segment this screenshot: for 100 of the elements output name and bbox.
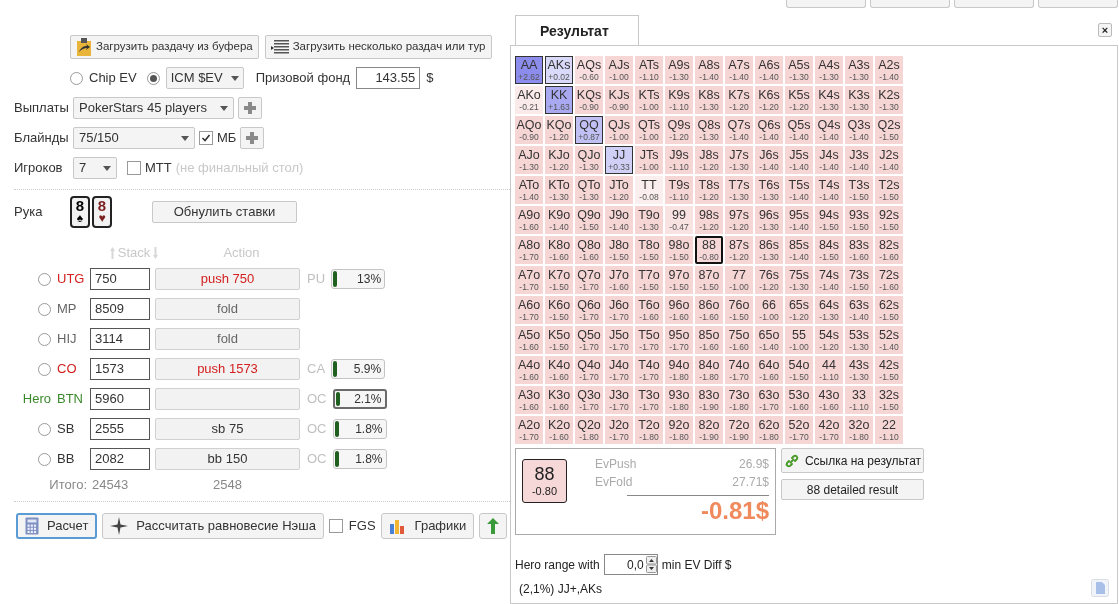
result-link-button[interactable]: Ссылка на результат [781, 448, 924, 473]
hand-cell[interactable]: T4o -1.70 [635, 356, 663, 384]
hand-cell[interactable]: K8o -1.60 [545, 236, 573, 264]
hand-cell[interactable]: K2o -1.60 [545, 416, 573, 444]
hand-cell[interactable]: KTs -1.00 [635, 86, 663, 114]
hand-cell[interactable]: A4o -1.60 [515, 356, 543, 384]
hand-cell[interactable]: T3o -1.70 [635, 386, 663, 414]
hand-cell[interactable]: 72o -1.90 [725, 416, 753, 444]
hand-cell[interactable]: J8s -1.20 [695, 146, 723, 174]
hand-cell[interactable]: Q4o -1.70 [575, 356, 603, 384]
charts-button[interactable]: Графики [380, 513, 475, 539]
hand-cell[interactable]: KTo -1.30 [545, 176, 573, 204]
action-field[interactable]: fold [155, 328, 300, 350]
hand-cell[interactable]: Q9s -1.20 [665, 116, 693, 144]
hand-cell[interactable]: 85o -1.60 [695, 326, 723, 354]
hand-cell[interactable]: Q2s -1.50 [875, 116, 903, 144]
hand-cell[interactable]: A2s -1.40 [875, 56, 903, 84]
stack-field[interactable]: 750 [90, 268, 150, 290]
hand-cell[interactable]: QJo -1.30 [575, 146, 603, 174]
hand-cell[interactable]: K8s -1.30 [695, 86, 723, 114]
hand-cell[interactable]: A4s -1.30 [815, 56, 843, 84]
hand-cell[interactable]: T2o -1.80 [635, 416, 663, 444]
prize-pool-field[interactable]: 143.55 [356, 67, 421, 89]
hand-cell[interactable]: A9s -1.30 [665, 56, 693, 84]
hand-cell[interactable]: 62o -1.80 [755, 416, 783, 444]
hand-cell[interactable]: 73s -1.50 [845, 266, 873, 294]
hand-cell[interactable]: K9s -1.10 [665, 86, 693, 114]
hand-cell[interactable]: Q4s -1.40 [815, 116, 843, 144]
hand-cell[interactable]: A2o -1.70 [515, 416, 543, 444]
hand-cell[interactable]: 93s -1.50 [845, 206, 873, 234]
hand-cell[interactable]: K7s -1.20 [725, 86, 753, 114]
hand-cell[interactable]: K3o -1.60 [545, 386, 573, 414]
hand-cell[interactable]: J4s -1.40 [815, 146, 843, 174]
action-field[interactable]: fold [155, 298, 300, 320]
hand-cell[interactable]: ATo -1.40 [515, 176, 543, 204]
hand-cell[interactable]: K3s -1.30 [845, 86, 873, 114]
hand-cell[interactable]: 82o -1.90 [695, 416, 723, 444]
hand-cell[interactable]: TT -0.08 [635, 176, 663, 204]
hand-cell[interactable]: QQ +0.87 [575, 116, 603, 144]
payouts-dropdown[interactable]: PokerStars 45 players [73, 97, 234, 119]
hand-cell[interactable]: J7s -1.30 [725, 146, 753, 174]
hand-cell[interactable]: 87o -1.50 [695, 266, 723, 294]
hand-cell[interactable]: Q7o -1.70 [575, 266, 603, 294]
hand-cell[interactable]: J7o -1.60 [605, 266, 633, 294]
hand-cell[interactable]: JTo -1.20 [605, 176, 633, 204]
blinds-dropdown[interactable]: 75/150 [73, 127, 195, 149]
hand-cell[interactable]: 43o -1.60 [815, 386, 843, 414]
hand-cell[interactable]: 83o -1.90 [695, 386, 723, 414]
hand-cell[interactable]: 99 -0.47 [665, 206, 693, 234]
hand-cell[interactable]: 64s -1.30 [815, 296, 843, 324]
hand-cell[interactable]: KJo -1.20 [545, 146, 573, 174]
hand-cell[interactable]: 66 -1.00 [755, 296, 783, 324]
hand-cell[interactable]: 84s -1.50 [815, 236, 843, 264]
hand-cell[interactable]: 94o -1.80 [665, 356, 693, 384]
hand-cell[interactable]: QTo -1.30 [575, 176, 603, 204]
hand-cell[interactable]: A5o -1.60 [515, 326, 543, 354]
hand-cell[interactable]: Q5s -1.40 [785, 116, 813, 144]
hand-cell[interactable]: J4o -1.70 [605, 356, 633, 384]
hand-cell[interactable]: J9o -1.40 [605, 206, 633, 234]
hand-cell[interactable]: J2s -1.40 [875, 146, 903, 174]
hand-cell[interactable]: T9s -1.10 [665, 176, 693, 204]
hand-cell[interactable]: 75o -1.60 [725, 326, 753, 354]
hand-cell[interactable]: 53s -1.30 [845, 326, 873, 354]
hand-cell[interactable]: QJs -1.00 [605, 116, 633, 144]
hand-cell[interactable]: A6o -1.70 [515, 296, 543, 324]
min-ev-diff-field[interactable]: 0,0 [603, 554, 658, 575]
hand-cell[interactable]: J5o -1.70 [605, 326, 633, 354]
players-dropdown[interactable]: 7 [73, 157, 117, 179]
reset-bets-button[interactable]: Обнулить ставки [152, 201, 297, 223]
hand-cell[interactable]: AJs -1.00 [605, 56, 633, 84]
hand-cell[interactable]: T6o -1.60 [635, 296, 663, 324]
hand-cell[interactable]: 75s -1.30 [785, 266, 813, 294]
hand-cell[interactable]: KQs -0.90 [575, 86, 603, 114]
hand-cell[interactable]: K5s -1.20 [785, 86, 813, 114]
nash-button[interactable]: Рассчитать равновесие Нэша [102, 513, 324, 539]
hand-cell[interactable]: 44 -1.10 [815, 356, 843, 384]
hand-cell[interactable]: J5s -1.40 [785, 146, 813, 174]
hand-cell[interactable]: ATs -1.10 [635, 56, 663, 84]
stack-field[interactable]: 5960 [90, 388, 150, 410]
hand-cell[interactable]: 55 -1.00 [785, 326, 813, 354]
hand-cell[interactable]: 95s -1.40 [785, 206, 813, 234]
hand-cell[interactable]: T5o -1.70 [635, 326, 663, 354]
hand-cell[interactable]: 72s -1.60 [875, 266, 903, 294]
hand-cell[interactable]: 86s -1.30 [755, 236, 783, 264]
stack-field[interactable]: 8509 [90, 298, 150, 320]
hand-cell[interactable]: KQo -1.20 [545, 116, 573, 144]
hand-cell[interactable]: K2s -1.30 [875, 86, 903, 114]
load-button[interactable]: Загрузить несколько раздач или тур [264, 35, 492, 59]
hand-cell[interactable]: 92o -1.80 [665, 416, 693, 444]
stack-field[interactable]: 3114 [90, 328, 150, 350]
stack-field[interactable]: 2082 [90, 448, 150, 470]
hand-cell[interactable]: 86o -1.60 [695, 296, 723, 324]
hand-cell[interactable]: Q5o -1.70 [575, 326, 603, 354]
action-field[interactable]: push 1573 [155, 358, 300, 380]
hand-cell[interactable]: J9s -1.10 [665, 146, 693, 174]
hand-cell[interactable]: AA +2.62 [515, 56, 543, 84]
hand-cell[interactable]: 62s -1.50 [875, 296, 903, 324]
hand-cell[interactable]: 54o -1.50 [785, 356, 813, 384]
stack-field[interactable]: 1573 [90, 358, 150, 380]
hand-cell[interactable]: JJ +0.33 [605, 146, 633, 174]
